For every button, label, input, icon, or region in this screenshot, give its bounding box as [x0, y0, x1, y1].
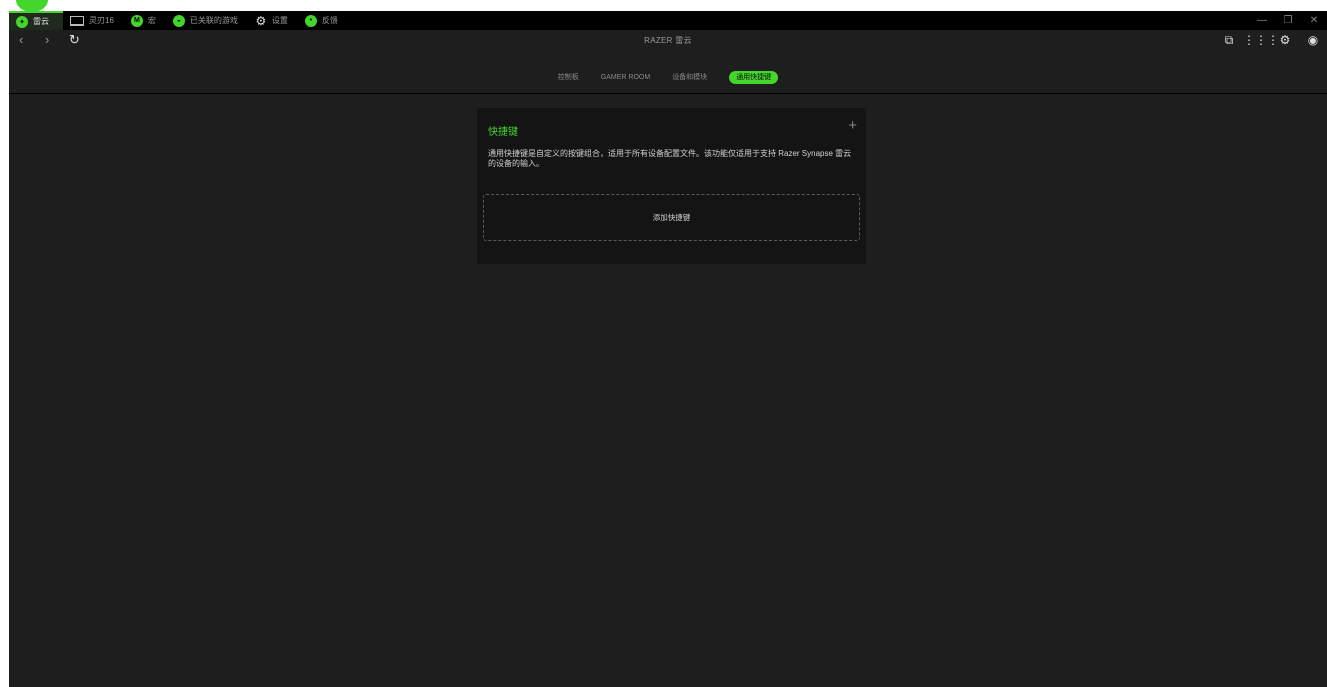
- razer-synapse-window: ✦ 雷云 灵刃16 M 宏 ◒ 已关联的游戏 ⚙ 设置 • 反馈 — ❐ ✕ ‹…: [9, 11, 1327, 687]
- tab-dashboard[interactable]: 控制板: [558, 71, 579, 84]
- add-shortcut-label: 添加快捷键: [652, 213, 691, 222]
- card-title: 快捷键: [488, 127, 518, 138]
- shortcuts-card: 快捷键 + 通用快捷键是自定义的按键组合，适用于所有设备配置文件。该功能仅适用于…: [477, 108, 866, 264]
- gear-icon: ⚙: [255, 13, 267, 28]
- tab-blade16[interactable]: 灵刃16: [63, 11, 124, 30]
- minimize-icon[interactable]: —: [1249, 15, 1275, 26]
- settings-gear-icon[interactable]: ⚙: [1271, 33, 1299, 48]
- tab-linked-games[interactable]: ◒ 已关联的游戏: [166, 11, 248, 30]
- tab-gamer-room[interactable]: GAMER ROOM: [601, 71, 650, 84]
- close-icon[interactable]: ✕: [1301, 15, 1327, 26]
- tab-devices-modules[interactable]: 设备和模块: [672, 71, 707, 84]
- add-shortcut-button[interactable]: 添加快捷键: [483, 194, 860, 241]
- card-description: 通用快捷键是自定义的按键组合，适用于所有设备配置文件。该功能仅适用于支持 Raz…: [488, 149, 852, 168]
- tab-label: 反馈: [321, 16, 338, 25]
- razer-logo-icon: ✦: [16, 15, 28, 28]
- window-controls: — ❐ ✕: [1249, 11, 1327, 30]
- nav-row: ‹ › ↻ RAZER 雷云 ⧉ ⋮⋮⋮ ⚙ ◉: [9, 30, 1327, 52]
- tab-label: 宏: [147, 16, 156, 25]
- tab-label: 已关联的游戏: [189, 16, 238, 25]
- tab-universal-shortcuts[interactable]: 通用快捷键: [729, 71, 779, 84]
- section-tabs: 控制板 GAMER ROOM 设备和模块 通用快捷键: [9, 52, 1327, 94]
- tab-label: 雷云: [33, 17, 49, 26]
- tab-settings[interactable]: ⚙ 设置: [248, 11, 298, 30]
- top-toolbar: ⧉ ⋮⋮⋮ ⚙ ◉: [1215, 33, 1327, 48]
- add-shortcut-plus-icon[interactable]: +: [848, 117, 857, 134]
- apps-grid-icon[interactable]: ⋮⋮⋮: [1243, 33, 1279, 48]
- tab-label: 灵刃16: [89, 16, 114, 25]
- app-tab-bar: ✦ 雷云 灵刃16 M 宏 ◒ 已关联的游戏 ⚙ 设置 • 反馈 — ❐ ✕: [9, 11, 1327, 30]
- profile-switch-icon[interactable]: ⧉: [1215, 33, 1243, 48]
- os-desktop-strip: [0, 0, 1327, 12]
- tab-macro[interactable]: M 宏: [124, 11, 166, 30]
- macro-icon: M: [130, 14, 143, 27]
- restore-icon[interactable]: ❐: [1275, 15, 1301, 26]
- tab-feedback[interactable]: • 反馈: [298, 11, 348, 30]
- gamepad-icon: ◒: [172, 14, 185, 27]
- tab-label: 设置: [271, 16, 288, 25]
- account-icon[interactable]: ◉: [1299, 33, 1327, 48]
- laptop-icon: [70, 15, 84, 26]
- tab-synapse[interactable]: ✦ 雷云: [9, 11, 63, 30]
- app-title: RAZER 雷云: [644, 36, 692, 45]
- feedback-icon: •: [304, 14, 317, 27]
